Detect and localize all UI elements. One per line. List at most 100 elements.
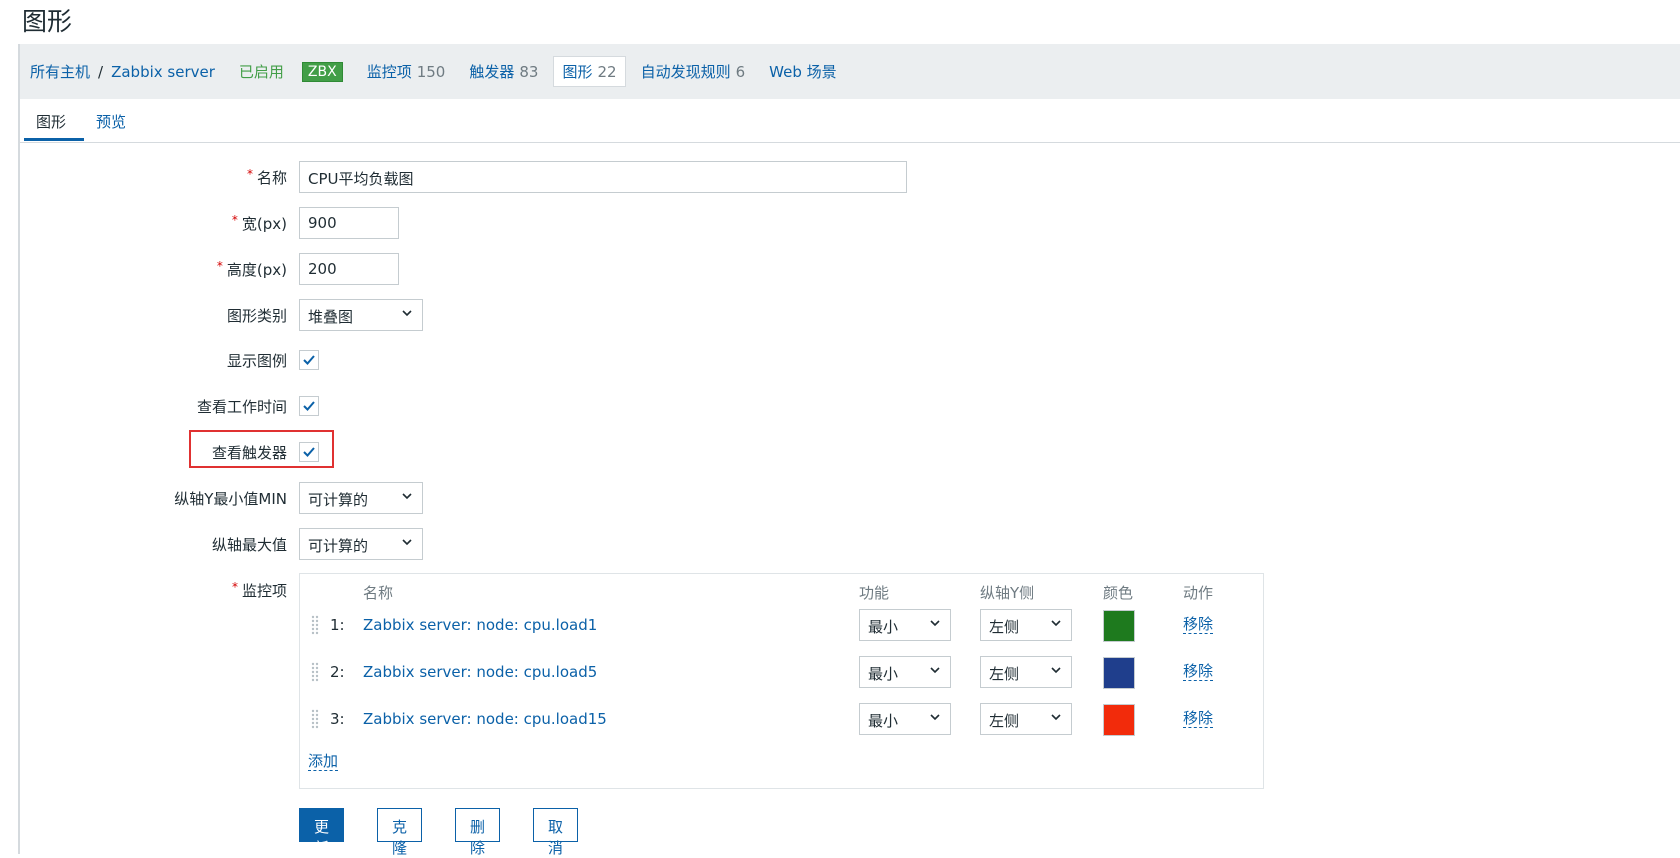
item-number: 2: bbox=[330, 663, 345, 681]
chevron-down-icon bbox=[1051, 620, 1061, 627]
nav-items-count: 150 bbox=[416, 62, 446, 81]
item-y-side-select[interactable]: 左侧 bbox=[980, 656, 1072, 688]
chevron-down-icon bbox=[402, 310, 412, 317]
nav-items[interactable]: 监控项 150 bbox=[367, 61, 446, 82]
row-ymax: 纵轴最大值 可计算的 bbox=[0, 528, 1300, 560]
row-show-legend: 显示图例 bbox=[0, 344, 1300, 376]
checkmark-icon bbox=[303, 355, 315, 365]
nav-discovery-link[interactable]: 自动发现规则 bbox=[641, 61, 731, 82]
nav-graphs-link[interactable]: 图形 bbox=[562, 61, 592, 82]
breadcrumb-all-hosts[interactable]: 所有主机 bbox=[30, 61, 90, 82]
item-color-swatch[interactable] bbox=[1103, 657, 1135, 689]
clone-button[interactable]: 克隆 bbox=[377, 808, 423, 857]
row-graph-type: 图形类别 堆叠图 bbox=[0, 299, 1300, 331]
graph-type-select[interactable]: 堆叠图 bbox=[299, 299, 423, 331]
breadcrumb-host[interactable]: Zabbix server bbox=[111, 63, 215, 81]
graph-type-value: 堆叠图 bbox=[308, 308, 354, 326]
nav-items-link[interactable]: 监控项 bbox=[367, 61, 412, 82]
ymin-label: 纵轴Y最小值MIN bbox=[174, 490, 287, 508]
nav-web-scenarios[interactable]: Web 场景 bbox=[769, 61, 836, 82]
header-action: 动作 bbox=[1183, 584, 1214, 602]
ymin-value: 可计算的 bbox=[308, 491, 369, 509]
chevron-down-icon bbox=[1051, 714, 1061, 721]
row-width: * 宽(px) 900 bbox=[0, 207, 1300, 239]
item-name-link[interactable]: Zabbix server: node: cpu.load5 bbox=[363, 663, 597, 681]
show-triggers-label: 查看触发器 bbox=[211, 444, 287, 462]
height-input[interactable]: 200 bbox=[299, 253, 399, 285]
checkmark-icon bbox=[303, 447, 315, 457]
item-remove-link[interactable]: 移除 bbox=[1183, 663, 1214, 681]
breadcrumb-separator: / bbox=[98, 62, 104, 81]
item-remove-link[interactable]: 移除 bbox=[1183, 616, 1214, 634]
show-triggers-checkbox[interactable] bbox=[299, 442, 319, 462]
show-legend-label: 显示图例 bbox=[226, 352, 287, 370]
name-label: * 名称 bbox=[246, 167, 287, 187]
chevron-down-icon bbox=[930, 620, 940, 627]
graph-type-label: 图形类别 bbox=[226, 307, 287, 325]
item-remove-link[interactable]: 移除 bbox=[1183, 710, 1214, 728]
item-color-swatch[interactable] bbox=[1103, 610, 1135, 642]
required-asterisk-icon: * bbox=[246, 167, 253, 181]
drag-handle-icon[interactable] bbox=[310, 614, 320, 636]
tab-preview[interactable]: 预览 bbox=[96, 111, 126, 132]
width-label: * 宽(px) bbox=[231, 213, 287, 233]
drag-handle-icon[interactable] bbox=[310, 661, 320, 683]
page-title: 图形 bbox=[22, 7, 73, 36]
item-y-side-value: 左侧 bbox=[989, 712, 1020, 730]
nav-web-link[interactable]: Web 场景 bbox=[769, 61, 836, 82]
required-asterisk-icon: * bbox=[231, 213, 238, 227]
item-y-side-value: 左侧 bbox=[989, 618, 1020, 636]
show-legend-checkbox[interactable] bbox=[299, 350, 319, 370]
ymax-label: 纵轴最大值 bbox=[211, 536, 287, 554]
chevron-down-icon bbox=[930, 714, 940, 721]
nav-triggers-link[interactable]: 触发器 bbox=[469, 61, 514, 82]
item-y-side-value: 左侧 bbox=[989, 665, 1020, 683]
nav-discovery-rules[interactable]: 自动发现规则 6 bbox=[641, 61, 746, 82]
nav-graphs-count: 22 bbox=[597, 62, 617, 81]
tab-graph[interactable]: 图形 bbox=[36, 111, 66, 132]
item-y-side-select[interactable]: 左侧 bbox=[980, 609, 1072, 641]
name-input[interactable]: CPU平均负载图 bbox=[299, 161, 907, 193]
item-function-select[interactable]: 最小 bbox=[859, 609, 951, 641]
item-number: 1: bbox=[330, 616, 345, 634]
item-function-value: 最小 bbox=[868, 712, 899, 730]
item-y-side-select[interactable]: 左侧 bbox=[980, 703, 1072, 735]
width-input[interactable]: 900 bbox=[299, 207, 399, 239]
ymax-select[interactable]: 可计算的 bbox=[299, 528, 423, 560]
item-color-swatch[interactable] bbox=[1103, 704, 1135, 736]
ymax-value: 可计算的 bbox=[308, 537, 369, 555]
host-status-enabled[interactable]: 已启用 bbox=[239, 61, 284, 82]
drag-handle-icon[interactable] bbox=[310, 708, 320, 730]
height-label: * 高度(px) bbox=[216, 259, 287, 279]
delete-button[interactable]: 删除 bbox=[455, 808, 501, 857]
item-name-link[interactable]: Zabbix server: node: cpu.load1 bbox=[363, 616, 597, 634]
row-height: * 高度(px) 200 bbox=[0, 253, 1300, 285]
item-function-select[interactable]: 最小 bbox=[859, 703, 951, 735]
update-button[interactable]: 更新 bbox=[299, 808, 345, 857]
header-function: 功能 bbox=[859, 584, 890, 602]
show-work-period-checkbox[interactable] bbox=[299, 396, 319, 416]
table-row: 3: Zabbix server: node: cpu.load15 最小 左侧… bbox=[300, 702, 1263, 736]
ymin-select[interactable]: 可计算的 bbox=[299, 482, 423, 514]
row-ymin: 纵轴Y最小值MIN 可计算的 bbox=[0, 482, 1300, 514]
add-item-link[interactable]: 添加 bbox=[308, 753, 339, 771]
required-asterisk-icon: * bbox=[231, 580, 238, 594]
items-label: * 监控项 bbox=[231, 580, 287, 600]
checkmark-icon bbox=[303, 401, 315, 411]
chevron-down-icon bbox=[402, 493, 412, 500]
table-row: 2: Zabbix server: node: cpu.load5 最小 左侧 … bbox=[300, 655, 1263, 689]
item-name-link[interactable]: Zabbix server: node: cpu.load15 bbox=[363, 710, 607, 728]
row-show-work-period: 查看工作时间 bbox=[0, 390, 1300, 422]
required-asterisk-icon: * bbox=[216, 259, 223, 273]
header-y-axis-side: 纵轴Y侧 bbox=[980, 584, 1035, 602]
show-work-period-label: 查看工作时间 bbox=[196, 398, 287, 416]
host-navigation-bar: 所有主机 / Zabbix server 已启用 ZBX 监控项 150 触发器… bbox=[20, 44, 1680, 99]
nav-triggers[interactable]: 触发器 83 bbox=[469, 61, 538, 82]
item-function-value: 最小 bbox=[868, 618, 899, 636]
nav-graphs[interactable]: 图形 22 bbox=[553, 56, 626, 87]
cancel-button[interactable]: 取消 bbox=[533, 808, 579, 857]
chevron-down-icon bbox=[930, 667, 940, 674]
row-name: * 名称 CPU平均负载图 bbox=[0, 161, 1300, 193]
nav-discovery-count: 6 bbox=[735, 62, 746, 81]
item-function-select[interactable]: 最小 bbox=[859, 656, 951, 688]
